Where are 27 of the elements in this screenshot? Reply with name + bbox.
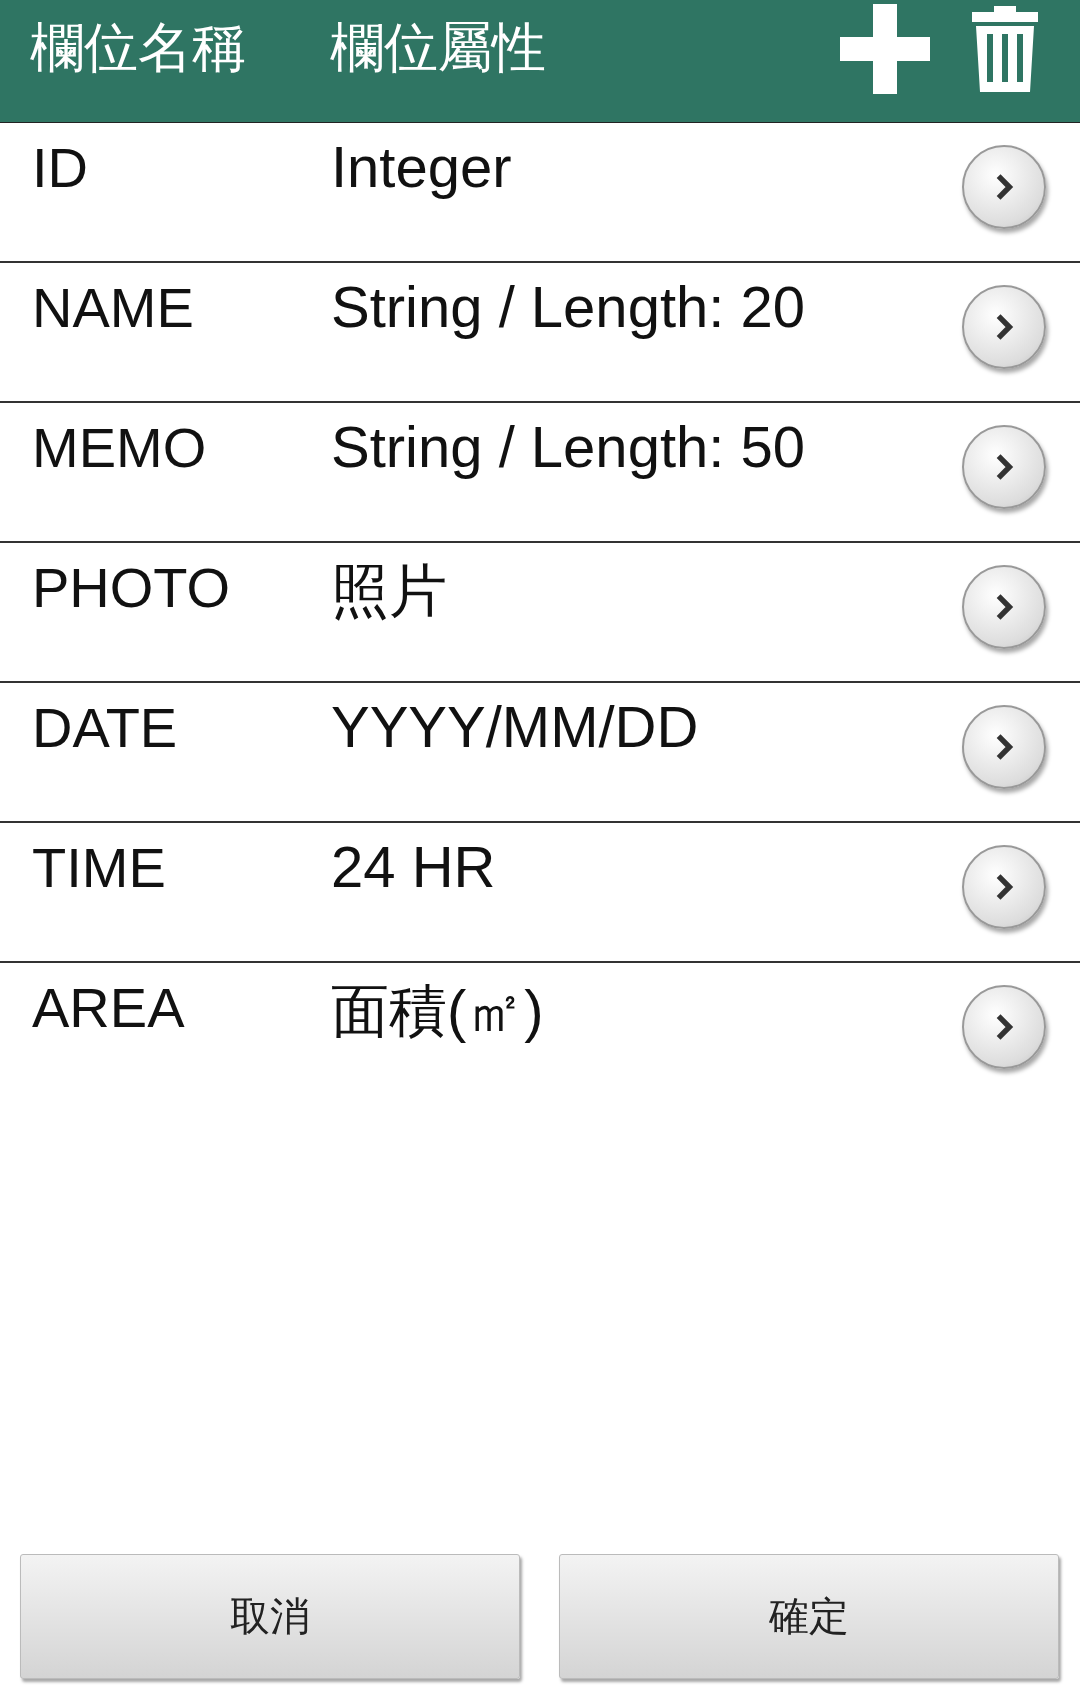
field-name: MEMO (32, 415, 208, 480)
field-type: String / Length: 20 (331, 273, 805, 340)
chevron-button[interactable] (962, 425, 1046, 509)
chevron-button[interactable] (962, 705, 1046, 789)
confirm-button[interactable]: 確定 (559, 1554, 1059, 1679)
field-type: 照片 (331, 557, 447, 625)
field-name: PHOTO (32, 555, 232, 620)
field-name: DATE (32, 695, 179, 760)
chevron-button[interactable] (962, 285, 1046, 369)
field-type: 面積(㎡) (331, 977, 544, 1045)
field-name: TIME (32, 835, 167, 900)
field-name: AREA (32, 975, 186, 1040)
chevron-button[interactable] (962, 985, 1046, 1069)
chevron-button[interactable] (962, 145, 1046, 229)
column-heading: 欄位名稱 (30, 15, 247, 79)
field-name: NAME (32, 275, 195, 340)
field-type: Integer (331, 133, 512, 200)
field-type: YYYY/MM/DD (331, 693, 699, 760)
field-type: 24 HR (331, 833, 496, 900)
chevron-button[interactable] (962, 565, 1046, 649)
add-icon[interactable] (840, 4, 930, 94)
cancel-button[interactable]: 取消 (20, 1554, 520, 1679)
column-heading: 欄位屬性 (330, 15, 546, 79)
field-type: String / Length: 50 (331, 413, 805, 480)
field-name: ID (32, 135, 89, 200)
chevron-button[interactable] (962, 845, 1046, 929)
trash-icon[interactable] (972, 6, 1038, 92)
